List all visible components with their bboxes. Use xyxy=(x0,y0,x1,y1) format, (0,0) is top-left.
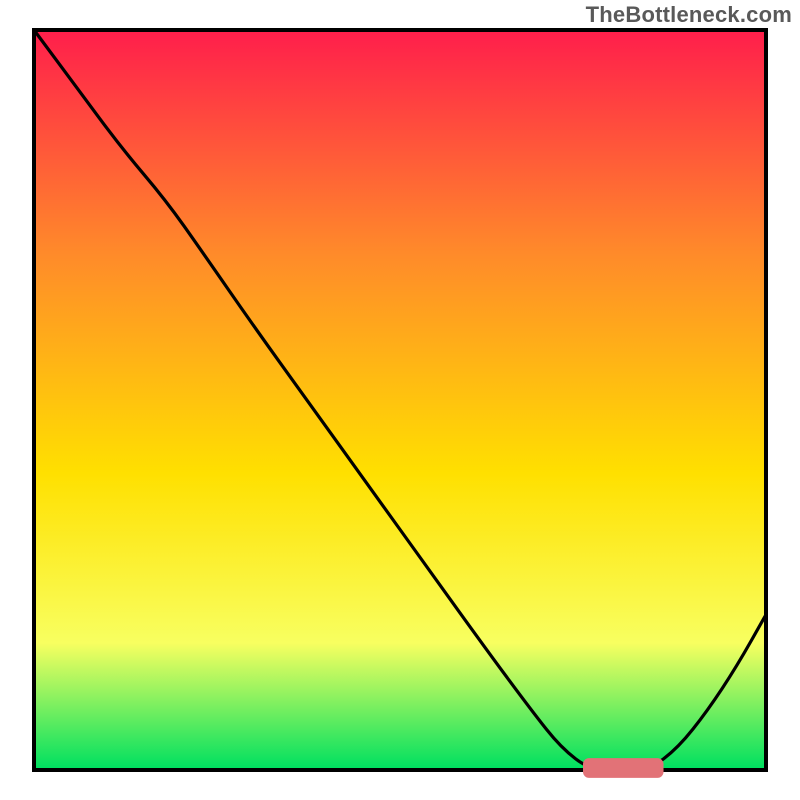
plot-background xyxy=(36,32,764,768)
optimal-marker xyxy=(583,758,664,778)
bottleneck-chart xyxy=(0,0,800,800)
chart-container: { "watermark": "TheBottleneck.com", "col… xyxy=(0,0,800,800)
